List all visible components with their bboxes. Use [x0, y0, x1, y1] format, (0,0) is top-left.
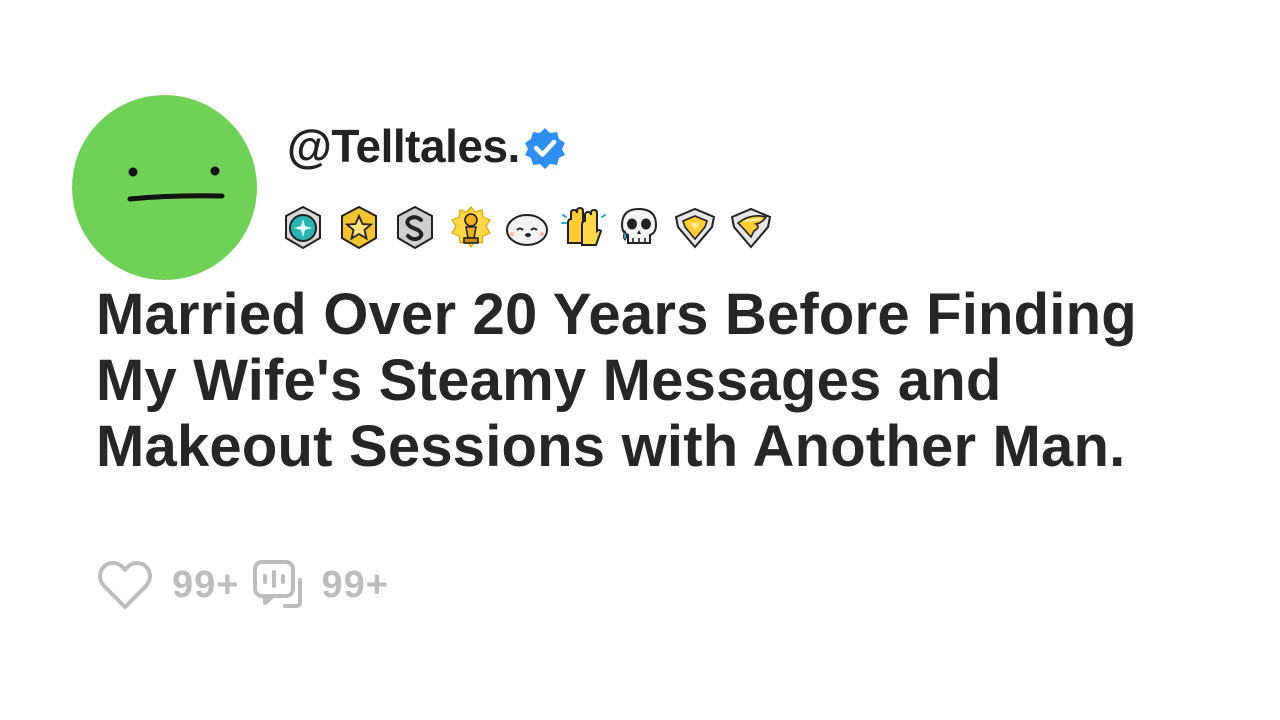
silver-s-award-icon	[397, 205, 433, 250]
gold-heart-shield-award-icon	[674, 207, 716, 249]
high-five-hands-award-icon	[561, 206, 606, 246]
author-row: @Telltales.	[287, 116, 568, 176]
like-count: 99+	[172, 563, 240, 606]
like-button[interactable]: 99+	[96, 559, 239, 611]
comment-icon	[253, 560, 303, 608]
gold-trophy-award-icon	[451, 206, 491, 249]
crying-skull-award-icon	[620, 207, 658, 244]
verified-badge-icon	[524, 128, 565, 169]
heart-icon	[98, 561, 152, 609]
neutral-face-icon	[127, 166, 225, 202]
post-card: @Telltales. Married Over 20 Years Before…	[0, 0, 1280, 720]
gold-star-award-icon	[341, 205, 377, 250]
teal-gem-award-icon	[285, 205, 321, 250]
avatar[interactable]	[72, 95, 257, 280]
username[interactable]: @Telltales.	[287, 119, 520, 173]
post-title: Married Over 20 Years Before Finding My …	[96, 282, 1137, 479]
gold-wing-shield-award-icon	[730, 207, 772, 249]
post-stats: 99+ 99+	[96, 558, 389, 612]
award-badges	[278, 203, 782, 253]
comment-count: 99+	[321, 563, 389, 606]
comment-button[interactable]: 99+	[251, 558, 388, 612]
seal-award-icon	[506, 214, 548, 246]
